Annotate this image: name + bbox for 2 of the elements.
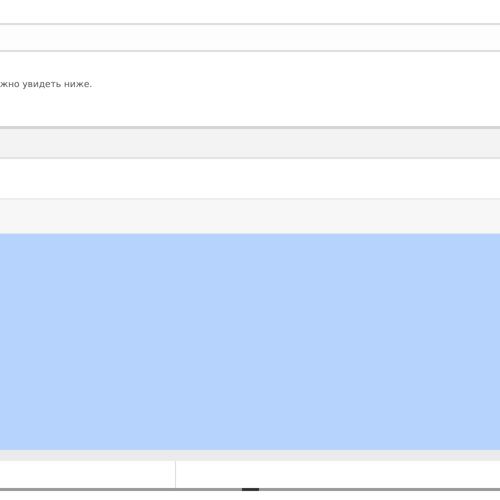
- resize-handle[interactable]: [242, 488, 258, 491]
- message-text: жно увидеть ниже.: [0, 79, 94, 91]
